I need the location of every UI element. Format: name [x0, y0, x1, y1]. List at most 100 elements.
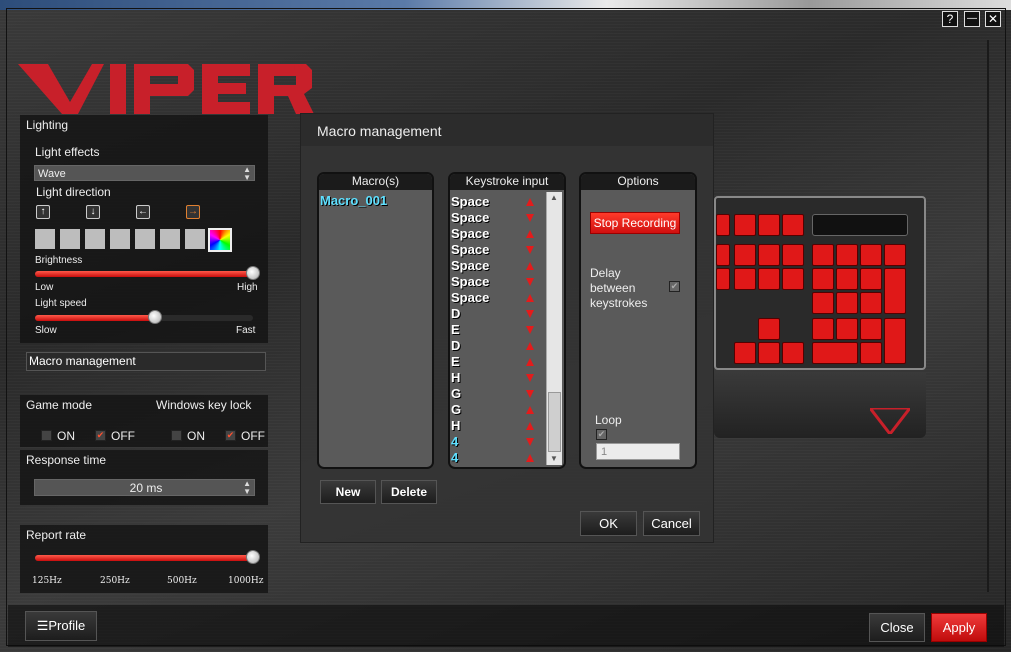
stop-recording-button[interactable]: Stop Recording: [590, 212, 680, 234]
report-rate-fill: [35, 555, 253, 561]
keystroke-key[interactable]: Space: [451, 258, 489, 274]
ok-button[interactable]: OK: [580, 511, 637, 536]
color-swatch[interactable]: [35, 229, 55, 249]
select-arrows-icon: ▲ ▼: [243, 479, 251, 496]
direction-left-icon[interactable]: ←: [136, 205, 150, 219]
report-rate-label: Report rate: [26, 528, 87, 542]
report-tick-1000: 1000Hz: [228, 576, 264, 586]
keystroke-key[interactable]: 4: [451, 450, 458, 466]
arrow-up-icon: [526, 406, 534, 414]
key: [716, 268, 730, 290]
keystroke-key[interactable]: H: [451, 370, 460, 386]
arrow-down-icon: [526, 278, 534, 286]
color-swatch[interactable]: [185, 229, 205, 249]
keystroke-key[interactable]: G: [451, 402, 461, 418]
keystroke-key[interactable]: H: [451, 418, 460, 434]
key: [734, 244, 756, 266]
keystroke-key[interactable]: Space: [451, 290, 489, 306]
light-speed-slider[interactable]: [35, 310, 253, 324]
help-button[interactable]: ?: [942, 11, 958, 27]
report-tick-250: 250Hz: [100, 576, 130, 586]
lock-leds: [812, 214, 908, 236]
arrow-up-icon: [526, 454, 534, 462]
arrow-up-icon: [526, 342, 534, 350]
delete-macro-button[interactable]: Delete: [381, 480, 437, 504]
keystroke-key[interactable]: D: [451, 306, 460, 322]
minimize-button[interactable]: —: [964, 11, 980, 27]
key: [758, 342, 780, 364]
color-swatch[interactable]: [110, 229, 130, 249]
profile-button[interactable]: ☰Profile: [25, 611, 97, 641]
light-speed-knob[interactable]: [147, 310, 162, 324]
scroll-up-icon[interactable]: ▲: [550, 193, 558, 202]
list-icon: ☰: [36, 618, 49, 633]
keystroke-key[interactable]: G: [451, 386, 461, 402]
close-window-button[interactable]: ✕: [985, 11, 1001, 27]
report-tick-500: 500Hz: [167, 576, 197, 586]
win-lock-off-checkbox[interactable]: ✔: [225, 430, 236, 441]
key: [758, 268, 780, 290]
key: [758, 214, 780, 236]
key: [812, 268, 834, 290]
close-button[interactable]: Close: [869, 613, 925, 642]
apply-button[interactable]: Apply: [931, 613, 987, 642]
color-swatch[interactable]: [60, 229, 80, 249]
keystroke-key[interactable]: Space: [451, 274, 489, 290]
keystroke-key[interactable]: Space: [451, 210, 489, 226]
scroll-thumb[interactable]: [548, 392, 561, 452]
new-macro-button[interactable]: New: [320, 480, 376, 504]
macro-management-button[interactable]: Macro management: [26, 352, 266, 371]
light-effect-select[interactable]: Wave ▲ ▼: [34, 165, 255, 182]
arrow-down-icon: [526, 214, 534, 222]
report-rate-knob[interactable]: [246, 550, 260, 564]
macro-item[interactable]: Macro_001: [320, 193, 387, 208]
keystroke-key[interactable]: E: [451, 322, 460, 338]
keystroke-key[interactable]: Space: [451, 194, 489, 210]
footer-bar: [8, 605, 1004, 647]
win-lock-on-checkbox[interactable]: [171, 430, 182, 441]
key: [836, 244, 858, 266]
key: [860, 244, 882, 266]
loop-count-input[interactable]: [596, 443, 680, 460]
arrow-up-icon: [526, 294, 534, 302]
color-swatch[interactable]: [85, 229, 105, 249]
arrow-down-icon: [526, 246, 534, 254]
direction-down-icon[interactable]: ↓: [86, 205, 100, 219]
keystroke-key[interactable]: D: [451, 338, 460, 354]
delay-checkbox[interactable]: ✔: [669, 281, 680, 292]
brightness-knob[interactable]: [246, 266, 260, 280]
key: [734, 214, 756, 236]
keystroke-key[interactable]: 4: [451, 434, 458, 450]
loop-checkbox[interactable]: ✔: [596, 429, 607, 440]
cancel-button[interactable]: Cancel: [643, 511, 700, 536]
report-rate-slider[interactable]: [35, 550, 260, 564]
key: [860, 318, 882, 340]
direction-up-icon[interactable]: ↑: [36, 205, 50, 219]
arrow-up-icon: [526, 422, 534, 430]
color-picker-icon[interactable]: [208, 228, 232, 252]
logo-tm: TM: [292, 63, 304, 72]
viper-emblem-icon: [870, 408, 910, 434]
keystroke-scrollbar[interactable]: ▲ ▼: [546, 192, 562, 465]
key: [782, 268, 804, 290]
game-mode-off-checkbox[interactable]: ✔: [95, 430, 106, 441]
brightness-slider[interactable]: [35, 266, 260, 280]
response-time-value: 20 ms: [129, 481, 163, 495]
key: [812, 342, 858, 364]
keystroke-key[interactable]: Space: [451, 242, 489, 258]
color-swatch[interactable]: [160, 229, 180, 249]
win-lock-on-label: ON: [187, 429, 205, 443]
arrow-down-icon: [526, 374, 534, 382]
scroll-down-icon[interactable]: ▼: [550, 454, 558, 463]
game-mode-on-checkbox[interactable]: [41, 430, 52, 441]
arrow-down-icon: [526, 438, 534, 446]
arrow-down-icon: [526, 310, 534, 318]
color-swatch[interactable]: [135, 229, 155, 249]
key: [836, 318, 858, 340]
keystroke-key[interactable]: Space: [451, 226, 489, 242]
direction-right-icon[interactable]: →: [186, 205, 200, 219]
response-time-select[interactable]: 20 ms ▲ ▼: [34, 479, 255, 496]
brightness-low-label: Low: [35, 282, 54, 293]
keystroke-key[interactable]: E: [451, 354, 460, 370]
key: [884, 244, 906, 266]
